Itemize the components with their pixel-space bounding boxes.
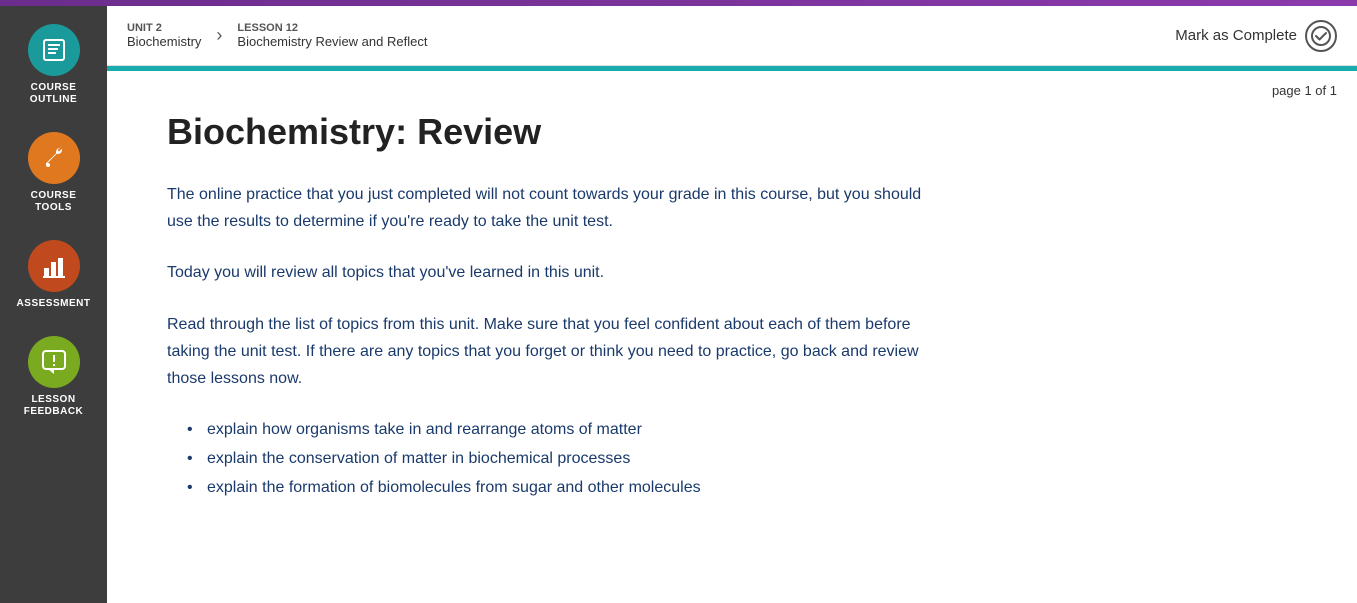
sidebar-item-lesson-feedback[interactable]: LESSONFEEDBACK [0, 328, 107, 426]
sidebar: COURSEOUTLINE COURSETOOLS [0, 6, 107, 603]
main-layout: COURSEOUTLINE COURSETOOLS [0, 6, 1357, 603]
course-tools-label: COURSETOOLS [31, 190, 77, 214]
mark-complete-check-icon [1305, 20, 1337, 52]
content-title: Biochemistry: Review [167, 111, 947, 153]
list-item: explain how organisms take in and rearra… [187, 416, 947, 445]
list-icon [40, 36, 68, 64]
mark-complete-label: Mark as Complete [1175, 27, 1297, 44]
sidebar-item-course-outline[interactable]: COURSEOUTLINE [0, 16, 107, 114]
unit-name: Biochemistry [127, 34, 201, 49]
breadcrumb-bar: UNIT 2 Biochemistry › LESSON 12 Biochemi… [107, 6, 1357, 66]
sidebar-item-course-tools[interactable]: COURSETOOLS [0, 124, 107, 222]
paragraph-1: The online practice that you just comple… [167, 181, 947, 235]
list-item: explain the conservation of matter in bi… [187, 445, 947, 474]
wrench-icon [40, 144, 68, 172]
course-outline-icon-bg [28, 24, 80, 76]
breadcrumb-unit: UNIT 2 Biochemistry [127, 22, 201, 49]
assessment-label: ASSESSMENT [17, 298, 91, 310]
chart-icon [40, 252, 68, 280]
topic-list: explain how organisms take in and rearra… [167, 416, 947, 502]
lesson-label: LESSON 12 [237, 22, 427, 34]
course-tools-icon-bg [28, 132, 80, 184]
feedback-icon [40, 348, 68, 376]
page-number: page 1 of 1 [1272, 83, 1337, 98]
breadcrumb-lesson: LESSON 12 Biochemistry Review and Reflec… [237, 22, 427, 49]
course-outline-label: COURSEOUTLINE [30, 82, 77, 106]
breadcrumb-chevron-icon: › [216, 25, 222, 46]
lesson-feedback-icon-bg [28, 336, 80, 388]
paragraph-2: Today you will review all topics that yo… [167, 259, 947, 286]
content-body: Biochemistry: Review The online practice… [107, 71, 1007, 543]
mark-complete-button[interactable]: Mark as Complete [1175, 20, 1337, 52]
breadcrumb-left: UNIT 2 Biochemistry › LESSON 12 Biochemi… [127, 22, 427, 49]
page-content[interactable]: page 1 of 1 Biochemistry: Review The onl… [107, 71, 1357, 603]
sidebar-item-assessment[interactable]: ASSESSMENT [0, 232, 107, 318]
lesson-name: Biochemistry Review and Reflect [237, 34, 427, 49]
checkmark-icon [1311, 26, 1331, 46]
lesson-feedback-label: LESSONFEEDBACK [24, 394, 84, 418]
unit-label: UNIT 2 [127, 22, 201, 34]
assessment-icon-bg [28, 240, 80, 292]
content-area: UNIT 2 Biochemistry › LESSON 12 Biochemi… [107, 6, 1357, 603]
list-item: explain the formation of biomolecules fr… [187, 474, 947, 503]
paragraph-3: Read through the list of topics from thi… [167, 311, 947, 393]
